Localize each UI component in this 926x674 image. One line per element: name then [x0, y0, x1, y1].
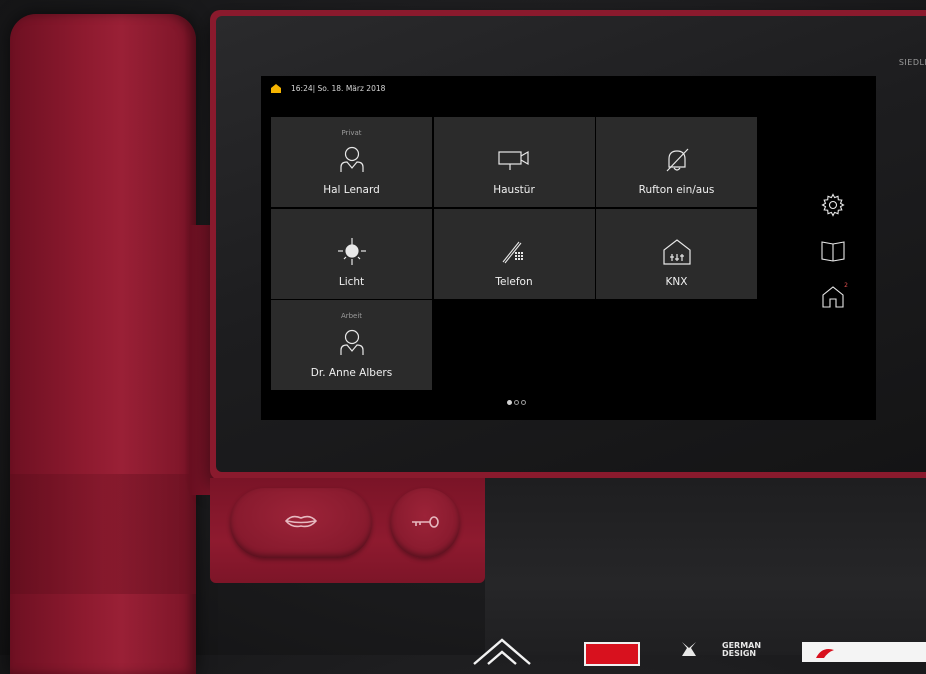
status-bar: 16:24| So. 18. März 2018 — [271, 81, 385, 95]
phone-keypad-icon — [494, 236, 534, 268]
table-surface — [485, 478, 926, 655]
home-badge: 2 — [844, 282, 848, 289]
red-dot-award-logo — [584, 642, 640, 666]
tile-label: Rufton ein/aus — [638, 184, 715, 196]
handset[interactable] — [10, 14, 196, 674]
book-icon — [820, 240, 846, 266]
settings-button[interactable] — [820, 193, 846, 221]
side-nav: 2 — [813, 193, 853, 312]
tile-knx[interactable]: KNX — [596, 208, 757, 299]
person-icon — [332, 144, 372, 176]
home-indicator-icon — [271, 83, 281, 93]
german-design-text: GERMAN DESIGN — [722, 641, 762, 658]
handset-band — [10, 474, 196, 594]
page-dot — [521, 400, 526, 405]
status-time-date: 16:24| So. 18. März 2018 — [291, 83, 386, 93]
house-knx-icon — [657, 236, 697, 268]
tile-rufton[interactable]: Rufton ein/aus — [596, 117, 757, 207]
bell-off-icon — [657, 144, 697, 176]
page-dot — [507, 400, 512, 405]
person-icon — [332, 327, 372, 359]
german-design-award-logo: GERMAN DESIGN — [682, 640, 762, 660]
key-icon — [410, 514, 440, 533]
tile-label: Licht — [338, 275, 365, 288]
brand-label: SIEDLE — [898, 58, 926, 67]
tile-category: Privat — [341, 129, 362, 137]
tile-anne-albers[interactable]: Arbeit Dr. Anne Albers — [271, 300, 432, 390]
light-icon — [332, 236, 372, 268]
tile-hal-lenard[interactable]: Privat Hal Lenard — [271, 117, 432, 207]
touch-screen: 16:24| So. 18. März 2018 Privat Hal Lena… — [261, 76, 876, 420]
tile-grid: Privat Hal Lenard Haustür Rufton ein/aus… — [271, 117, 757, 390]
design-award-logo — [802, 642, 926, 662]
speak-button[interactable] — [230, 488, 372, 558]
manual-button[interactable] — [820, 240, 846, 266]
page-indicator[interactable] — [507, 400, 526, 405]
home-icon — [821, 286, 845, 312]
tile-category: Arbeit — [340, 312, 363, 320]
tile-licht[interactable]: Licht — [271, 208, 432, 299]
page-dot — [514, 400, 519, 405]
door-open-button[interactable] — [390, 488, 460, 558]
tile-label: Haustür — [493, 184, 535, 196]
gear-icon — [821, 193, 845, 221]
tile-telefon[interactable]: Telefon — [433, 208, 595, 299]
tile-label: KNX — [665, 275, 688, 288]
award-logo — [472, 636, 532, 666]
home-button[interactable]: 2 — [820, 282, 848, 312]
camera-icon — [494, 144, 534, 176]
tile-haustuer[interactable]: Haustür — [433, 117, 595, 207]
tile-label: Dr. Anne Albers — [310, 367, 393, 379]
tile-label: Hal Lenard — [323, 184, 380, 196]
lips-icon — [284, 513, 318, 533]
tile-label: Telefon — [495, 275, 533, 288]
